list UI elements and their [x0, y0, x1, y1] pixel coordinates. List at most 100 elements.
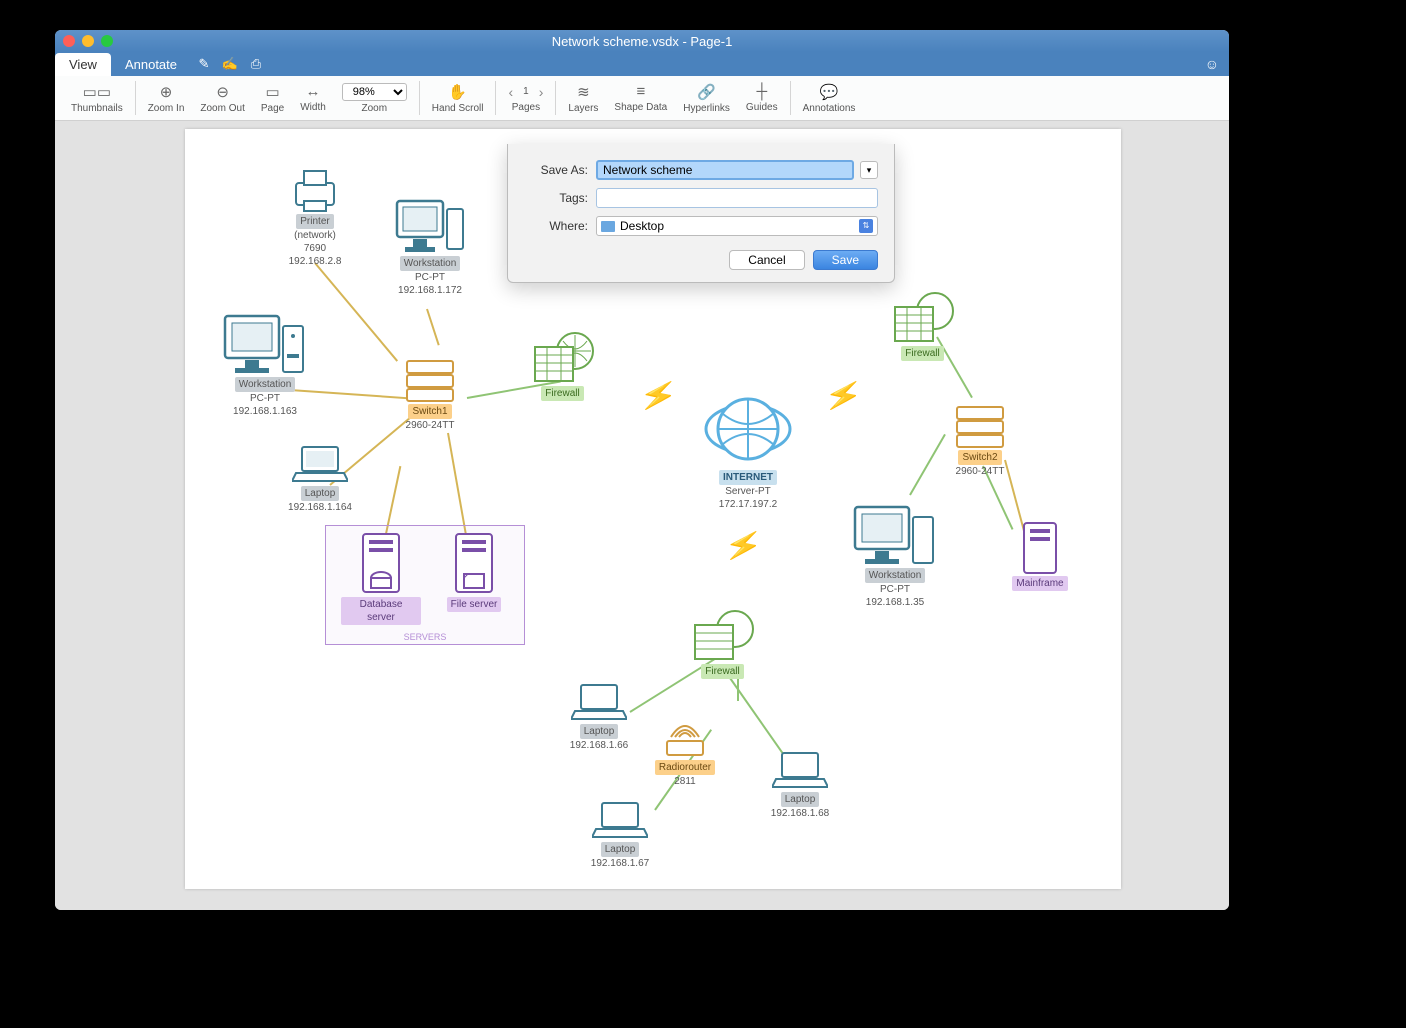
internet-ip: 172.17.197.2: [719, 499, 777, 510]
node-printer[interactable]: Printer(network)7690192.168.2.8: [275, 169, 355, 268]
node-file-server[interactable]: File server: [434, 532, 514, 612]
save-dialog: Save As: ▾ Tags: Where: Desktop ⇅ Cancel…: [507, 144, 895, 283]
laptop1-name: Laptop: [301, 486, 340, 501]
zoom-in-label: Zoom In: [148, 103, 185, 114]
guides-button[interactable]: ┼Guides: [738, 83, 786, 113]
signature-icon[interactable]: ✎: [191, 56, 217, 72]
fw1-name: Firewall: [541, 386, 583, 401]
thumbnails-button[interactable]: ▭▭Thumbnails: [63, 83, 131, 114]
print-icon[interactable]: ⎙: [243, 56, 269, 72]
node-laptop4[interactable]: Laptop192.168.1.68: [760, 751, 840, 820]
width-button[interactable]: ↔Width: [292, 83, 334, 113]
folder-icon: [601, 221, 615, 232]
node-firewall-1[interactable]: Firewall: [525, 329, 600, 401]
laptop1-ip: 192.168.1.164: [288, 502, 352, 513]
node-workstation-1[interactable]: WorkstationPC-PT 192.168.1.172: [385, 199, 475, 297]
node-workstation-2[interactable]: WorkstationPC-PT 192.168.1.163: [215, 314, 315, 418]
where-value: Desktop: [620, 219, 664, 233]
cancel-button[interactable]: Cancel: [729, 250, 804, 270]
zoom-out-button[interactable]: ⊖Zoom Out: [192, 83, 252, 114]
app-window: Network scheme.vsdx - Page-1 View Annota…: [55, 30, 1229, 910]
annotations-button[interactable]: 💬Annotations: [795, 83, 864, 114]
node-switch1[interactable]: Switch12960-24TT: [395, 359, 465, 432]
node-firewall-2[interactable]: Firewall: [885, 289, 960, 361]
mode-tabs: View Annotate ✎ ✍ ⎙ ☺︎: [55, 52, 1229, 76]
laptop4-ip: 192.168.1.68: [771, 808, 829, 819]
laptop3-name: Laptop: [601, 842, 640, 857]
switch1-name: Switch1: [408, 404, 451, 419]
stamp-icon[interactable]: ✍: [217, 56, 243, 72]
group-servers[interactable]: Database server File server SERVERS: [325, 525, 525, 645]
ws2-ip: 192.168.1.163: [233, 406, 297, 417]
chevron-updown-icon: ⇅: [859, 219, 873, 233]
width-label: Width: [300, 102, 326, 113]
hand-scroll-button[interactable]: ✋Hand Scroll: [424, 83, 492, 114]
node-laptop2[interactable]: Laptop192.168.1.66: [559, 683, 639, 752]
switch2-name: Switch2: [958, 450, 1001, 465]
node-laptop1[interactable]: Laptop192.168.1.164: [280, 445, 360, 514]
bolt-icon: ⚡: [822, 375, 866, 417]
hyperlinks-button[interactable]: 🔗Hyperlinks: [675, 83, 738, 114]
node-internet[interactable]: INTERNETServer-PT172.17.197.2: [693, 389, 803, 511]
feedback-icon[interactable]: ☺︎: [1205, 56, 1219, 72]
tags-label: Tags:: [524, 191, 588, 205]
laptop4-name: Laptop: [781, 792, 820, 807]
internet-sub: Server-PT: [725, 486, 771, 497]
ws2-name: Workstation: [235, 377, 296, 392]
printer-name: Printer: [296, 214, 333, 229]
switch2-model: 2960-24TT: [956, 466, 1005, 477]
thumbnails-label: Thumbnails: [71, 103, 123, 114]
zoom-out-label: Zoom Out: [200, 103, 244, 114]
layers-button[interactable]: ≋Layers: [560, 83, 606, 114]
node-mainframe[interactable]: Mainframe: [1005, 521, 1075, 591]
hyperlinks-label: Hyperlinks: [683, 103, 730, 114]
annotations-label: Annotations: [803, 103, 856, 114]
node-switch2[interactable]: Switch22960-24TT: [945, 405, 1015, 478]
page-button[interactable]: ▭Page: [253, 83, 292, 114]
printer-sub: (network): [294, 230, 336, 241]
zoom-label: Zoom: [362, 103, 388, 114]
ws3-sub: PC-PT: [880, 584, 910, 595]
ws1-name: Workstation: [400, 256, 461, 271]
ws3-name: Workstation: [865, 568, 926, 583]
switch1-model: 2960-24TT: [406, 420, 455, 431]
zoom-in-button[interactable]: ⊕Zoom In: [140, 83, 193, 114]
ws1-ip: 192.168.1.172: [398, 285, 462, 296]
guides-label: Guides: [746, 102, 778, 113]
ws1-sub: PC-PT: [415, 272, 445, 283]
where-label: Where:: [524, 219, 588, 233]
where-select[interactable]: Desktop ⇅: [596, 216, 878, 236]
laptop2-ip: 192.168.1.66: [570, 740, 628, 751]
ws3-ip: 192.168.1.35: [866, 597, 924, 608]
current-page: 1: [523, 86, 529, 97]
shape-data-label: Shape Data: [614, 102, 667, 113]
expand-dialog-icon[interactable]: ▾: [860, 161, 878, 179]
printer-id: 7690: [304, 243, 326, 254]
ws2-sub: PC-PT: [250, 393, 280, 404]
shape-data-button[interactable]: ≡Shape Data: [606, 83, 675, 113]
node-workstation-3[interactable]: WorkstationPC-PT 192.168.1.35: [845, 505, 945, 609]
save-button[interactable]: Save: [813, 250, 878, 270]
prev-page-icon[interactable]: ‹: [508, 84, 513, 100]
layers-label: Layers: [568, 103, 598, 114]
db-name: Database server: [341, 597, 421, 625]
next-page-icon[interactable]: ›: [539, 84, 544, 100]
node-radiorouter[interactable]: Radiorouter2811: [645, 719, 725, 788]
window-title: Network scheme.vsdx - Page-1: [55, 34, 1229, 49]
bolt-icon: ⚡: [722, 525, 766, 567]
node-db-server[interactable]: Database server: [341, 532, 421, 625]
zoom-select-wrap: 98% Zoom: [334, 83, 415, 114]
servers-label: SERVERS: [326, 632, 524, 642]
node-laptop3[interactable]: Laptop192.168.1.67: [580, 801, 660, 870]
toolbar: ▭▭Thumbnails ⊕Zoom In ⊖Zoom Out ▭Page ↔W…: [55, 76, 1229, 121]
node-firewall-3[interactable]: Firewall: [685, 607, 760, 679]
file-name: File server: [447, 597, 502, 612]
zoom-select[interactable]: 98%: [342, 83, 407, 101]
tab-view[interactable]: View: [55, 53, 111, 76]
mainframe-name: Mainframe: [1012, 576, 1067, 591]
tags-input[interactable]: [596, 188, 878, 208]
saveas-input[interactable]: [596, 160, 854, 180]
pages-label: Pages: [512, 102, 540, 113]
tab-annotate[interactable]: Annotate: [111, 53, 191, 76]
titlebar[interactable]: Network scheme.vsdx - Page-1: [55, 30, 1229, 52]
